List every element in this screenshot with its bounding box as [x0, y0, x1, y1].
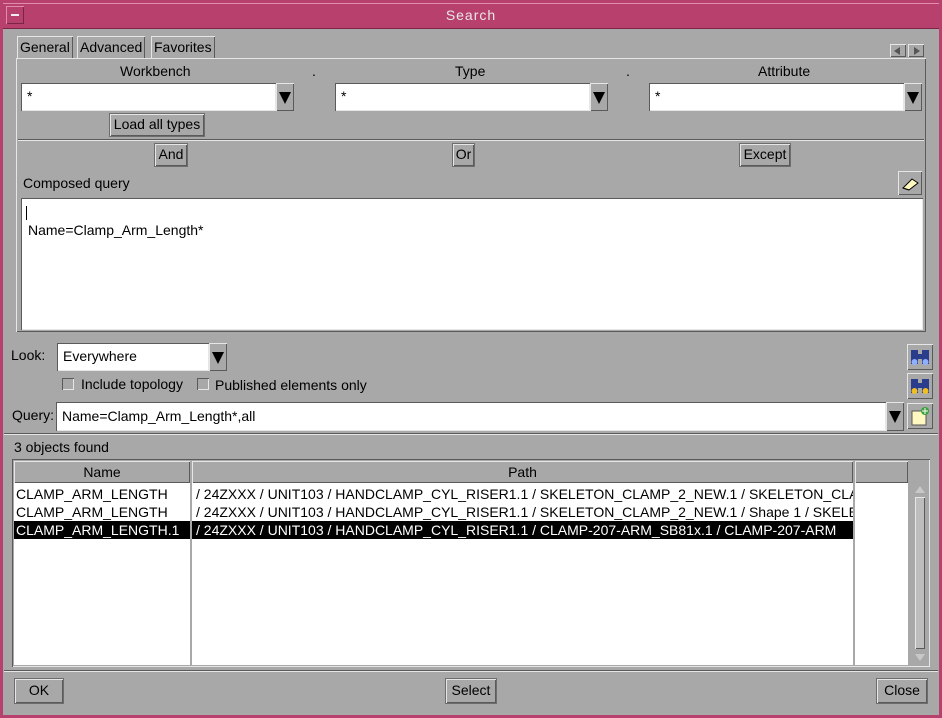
close-button[interactable]: Close	[877, 679, 927, 703]
ok-button[interactable]: OK	[15, 679, 63, 703]
include-topology-checkbox[interactable]	[62, 378, 74, 390]
tab-advanced[interactable]: Advanced	[77, 36, 146, 58]
tab-favorites[interactable]: Favorites	[151, 36, 215, 58]
search-binoculars-gold-icon[interactable]	[907, 373, 933, 399]
query-dropdown-icon[interactable]	[886, 402, 904, 431]
include-topology-label: Include topology	[81, 376, 183, 392]
scroll-up-icon[interactable]	[914, 483, 926, 495]
load-all-types-button[interactable]: Load all types	[110, 114, 204, 136]
separator-dot-1: .	[312, 63, 316, 79]
look-label: Look:	[11, 347, 46, 363]
type-field[interactable]: *	[335, 83, 590, 111]
or-button[interactable]: Or	[453, 144, 474, 166]
composed-query-label: Composed query	[23, 175, 130, 191]
scroll-down-icon[interactable]	[914, 651, 926, 663]
look-field[interactable]: Everywhere	[57, 343, 209, 371]
title-bar[interactable]: Search	[3, 3, 939, 29]
and-button[interactable]: And	[155, 144, 187, 166]
table-row-3-path[interactable]: / 24ZXXX / UNIT103 / HANDCLAMP_CYL_RISER…	[192, 521, 853, 539]
type-value: *	[341, 88, 347, 104]
add-favorite-icon[interactable]	[907, 403, 933, 429]
published-only-checkbox[interactable]	[197, 378, 209, 390]
attribute-combo[interactable]: *	[649, 83, 922, 111]
look-dropdown-icon[interactable]	[209, 343, 227, 371]
extra-column	[855, 483, 908, 665]
workbench-field[interactable]: *	[21, 83, 276, 111]
look-value: Everywhere	[63, 348, 137, 364]
published-only-label: Published elements only	[215, 377, 367, 393]
query-label: Query:	[12, 407, 55, 423]
composed-query-text: Name=Clamp_Arm_Length*	[28, 222, 204, 238]
separator-line	[18, 139, 924, 141]
table-row-1-name[interactable]: CLAMP_ARM_LENGTH	[14, 485, 190, 503]
query-combo[interactable]: Name=Clamp_Arm_Length*,all	[56, 402, 904, 431]
name-column-header[interactable]: Name	[14, 461, 190, 483]
vertical-scrollbar[interactable]	[912, 483, 928, 665]
table-row-3-name[interactable]: CLAMP_ARM_LENGTH.1	[14, 521, 190, 539]
composed-query-textarea[interactable]: Name=Clamp_Arm_Length*	[21, 198, 923, 330]
scroll-thumb[interactable]	[915, 497, 925, 649]
except-button[interactable]: Except	[740, 144, 790, 166]
path-column-header[interactable]: Path	[192, 461, 853, 483]
table-row-2-name[interactable]: CLAMP_ARM_LENGTH	[14, 503, 190, 521]
attribute-field[interactable]: *	[649, 83, 904, 111]
attribute-value: *	[655, 88, 661, 104]
query-value: Name=Clamp_Arm_Length*,all	[62, 408, 256, 424]
table-row-1-path[interactable]: / 24ZXXX / UNIT103 / HANDCLAMP_CYL_RISER…	[192, 485, 853, 503]
workbench-label: Workbench	[120, 63, 191, 79]
eraser-icon[interactable]	[898, 171, 922, 195]
extra-column-header[interactable]	[855, 461, 908, 483]
type-combo[interactable]: *	[335, 83, 608, 111]
separator-dot-2: .	[626, 63, 630, 79]
look-combo[interactable]: Everywhere	[57, 343, 227, 371]
attribute-dropdown-icon[interactable]	[904, 83, 922, 111]
tab-general[interactable]: General	[17, 36, 73, 58]
window-title: Search	[445, 7, 497, 23]
workbench-dropdown-icon[interactable]	[276, 83, 294, 111]
select-button[interactable]: Select	[446, 679, 496, 703]
search-binoculars-icon[interactable]	[907, 344, 933, 370]
workbench-combo[interactable]: *	[21, 83, 294, 111]
tab-scroll-left-button[interactable]	[890, 44, 906, 57]
attribute-label: Attribute	[758, 63, 811, 79]
type-label: Type	[455, 63, 486, 79]
tab-scroll-right-button[interactable]	[908, 44, 924, 57]
footer-separator	[4, 670, 938, 672]
results-count: 3 objects found	[14, 439, 109, 455]
table-row-2-path[interactable]: / 24ZXXX / UNIT103 / HANDCLAMP_CYL_RISER…	[192, 503, 853, 521]
type-dropdown-icon[interactable]	[590, 83, 608, 111]
workbench-value: *	[27, 88, 33, 104]
results-separator	[4, 433, 938, 435]
text-cursor	[26, 206, 27, 220]
query-field[interactable]: Name=Clamp_Arm_Length*,all	[56, 402, 886, 431]
